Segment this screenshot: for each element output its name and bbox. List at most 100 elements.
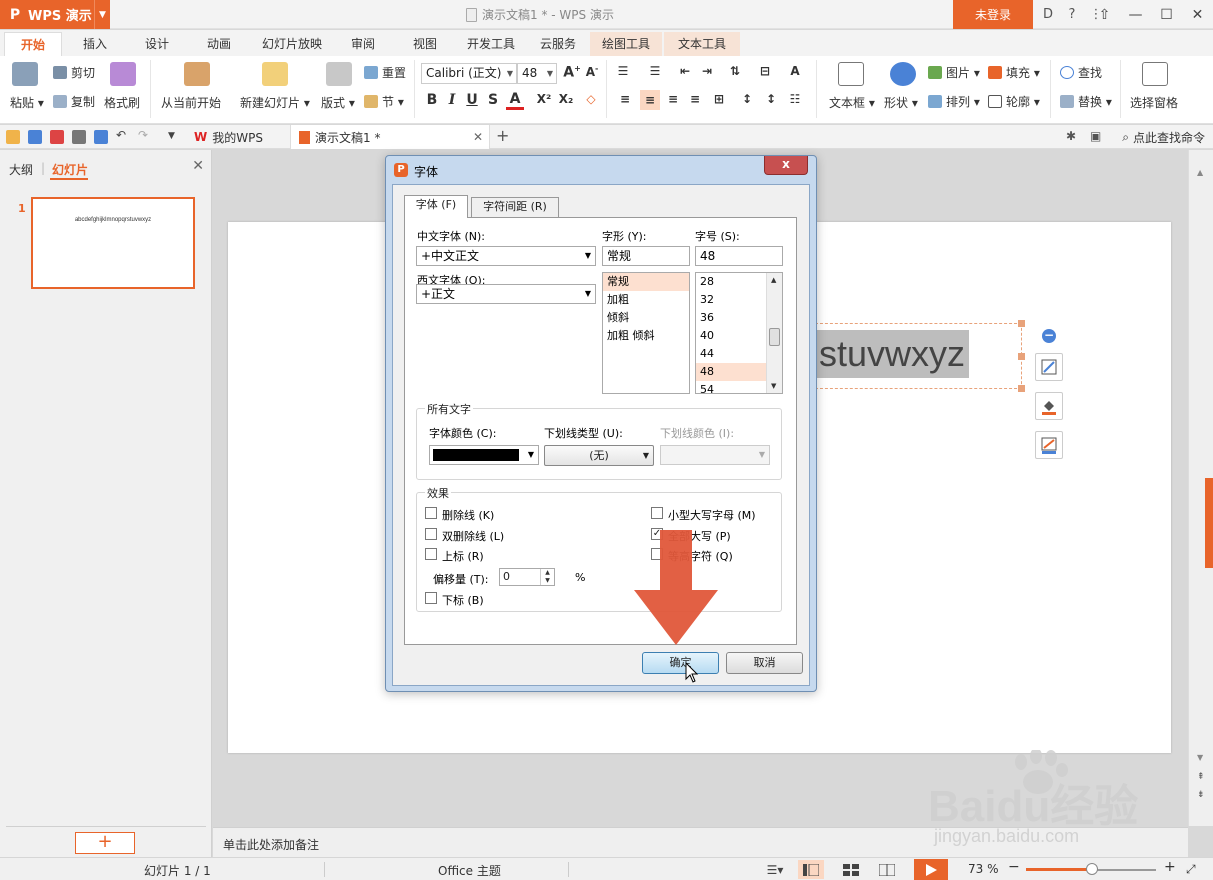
scroll-down-icon[interactable]: ▼: [771, 382, 776, 390]
settings-icon[interactable]: ✱: [1066, 129, 1076, 143]
minimize-icon[interactable]: —: [1120, 0, 1151, 29]
italic-icon[interactable]: I: [443, 92, 461, 108]
play-slideshow-button[interactable]: [914, 859, 948, 880]
chevron-down-icon[interactable]: ▼: [94, 0, 110, 29]
shape-outline-button[interactable]: [1035, 431, 1063, 459]
fit-window-icon[interactable]: ⤢: [1186, 862, 1196, 877]
chevron-down-icon[interactable]: ▼: [168, 131, 182, 145]
indent-icon[interactable]: ⇤: [676, 64, 694, 78]
list-item[interactable]: 44: [696, 345, 766, 363]
login-button[interactable]: 未登录: [953, 0, 1033, 29]
section-button[interactable]: 节 ▾: [364, 93, 404, 110]
resize-handle[interactable]: [1018, 320, 1025, 327]
list-item[interactable]: 36: [696, 309, 766, 327]
font-size-input[interactable]: 48: [695, 246, 783, 266]
reading-view-icon[interactable]: [874, 860, 900, 879]
layout-icon[interactable]: [326, 62, 352, 86]
pdf-icon[interactable]: [50, 130, 64, 144]
from-current-button[interactable]: 从当前开始: [161, 94, 221, 111]
play-from-current-icon[interactable]: [184, 62, 210, 86]
undo-icon[interactable]: ↶: [116, 128, 130, 142]
underline-icon[interactable]: U: [463, 92, 481, 108]
tab-view[interactable]: 视图: [398, 32, 452, 56]
font-size-list[interactable]: 28 32 36 40 44 48 54 ▲ ▼: [695, 272, 783, 394]
numbering-icon[interactable]: ☰: [646, 64, 664, 78]
picture-button[interactable]: 图片 ▾: [928, 64, 980, 81]
tab-developer[interactable]: 开发工具: [458, 32, 524, 56]
layout-button[interactable]: 版式 ▾: [321, 94, 355, 111]
paragraph-spacing-icon[interactable]: ↕: [762, 92, 780, 106]
font-size-combo[interactable]: 48 ▼: [517, 63, 557, 84]
outline-button[interactable]: 轮廓 ▾: [988, 93, 1040, 110]
tab-cloud[interactable]: 云服务: [530, 32, 586, 56]
bold-icon[interactable]: B: [423, 92, 441, 108]
reset-button[interactable]: 重置: [364, 64, 406, 81]
tab-character-spacing[interactable]: 字符间距 (R): [471, 197, 559, 217]
tab-animation[interactable]: 动画: [190, 32, 248, 56]
side-panel-toggle[interactable]: [1205, 478, 1213, 568]
cut-button[interactable]: 剪切: [53, 64, 95, 81]
resize-handle[interactable]: [1018, 385, 1025, 392]
maximize-icon[interactable]: ☐: [1151, 0, 1182, 29]
text-direction-icon[interactable]: ⇅: [726, 64, 744, 78]
scroll-thumb[interactable]: [769, 328, 780, 346]
small-caps-checkbox[interactable]: [651, 507, 663, 519]
normal-view-icon[interactable]: [798, 860, 824, 879]
replace-button[interactable]: 替换 ▾: [1060, 93, 1112, 110]
zoom-slider-thumb[interactable]: [1085, 863, 1098, 875]
find-command-box[interactable]: ⌕ 点此查找命令: [1122, 129, 1205, 146]
offset-spinner[interactable]: 0 ▲ ▼: [499, 568, 555, 586]
add-tab-icon[interactable]: +: [496, 126, 509, 145]
add-slide-button[interactable]: +: [75, 832, 135, 854]
scroll-up-icon[interactable]: ▲: [1197, 168, 1203, 177]
list-item[interactable]: 常规: [603, 273, 689, 291]
paste-icon[interactable]: [12, 62, 38, 86]
textbox-text[interactable]: stuvwxyz: [815, 330, 970, 378]
font-name-combo[interactable]: Calibri (正文) ▼: [421, 63, 517, 84]
tab-slideshow[interactable]: 幻灯片放映: [252, 32, 332, 56]
close-icon[interactable]: ✕: [1182, 0, 1213, 29]
spinner-arrows-icon[interactable]: ▲ ▼: [540, 569, 554, 585]
upload-icon[interactable]: ⇧: [1089, 0, 1120, 29]
shape-style-button[interactable]: [1035, 353, 1063, 381]
prev-slide-icon[interactable]: ⇞: [1197, 772, 1205, 782]
text-format-icon[interactable]: A: [786, 64, 804, 78]
distribute-icon[interactable]: ⊞: [710, 92, 728, 106]
line-spacing-icon[interactable]: ↕: [738, 92, 756, 106]
tab-drawing-tools[interactable]: 绘图工具: [590, 32, 662, 56]
tab-insert[interactable]: 插入: [66, 32, 124, 56]
font-style-input[interactable]: 常规: [602, 246, 690, 266]
justify-icon[interactable]: ≡: [686, 92, 704, 106]
subscript-icon[interactable]: X₂: [557, 92, 575, 106]
textbox-icon[interactable]: [838, 62, 864, 86]
underline-color-combo[interactable]: ▼: [660, 445, 770, 465]
textbox-button[interactable]: 文本框 ▾: [829, 94, 875, 111]
close-icon[interactable]: ✕: [473, 130, 483, 144]
selected-textbox[interactable]: stuvwxyz: [810, 323, 1022, 389]
scroll-down-icon[interactable]: ▼: [1197, 753, 1203, 762]
paste-button[interactable]: 粘贴 ▾: [10, 94, 44, 111]
dialog-titlebar[interactable]: P 字体 x: [386, 156, 816, 184]
strikethrough-checkbox[interactable]: [425, 507, 437, 519]
cancel-button[interactable]: 取消: [726, 652, 803, 674]
list-item[interactable]: 倾斜: [603, 309, 689, 327]
list-scrollbar[interactable]: ▲ ▼: [766, 273, 782, 393]
chinese-font-combo[interactable]: +中文正文 ▼: [416, 246, 596, 266]
new-slide-icon[interactable]: [262, 62, 288, 86]
font-color-picker[interactable]: ▼: [429, 445, 539, 465]
list-item[interactable]: 48: [696, 363, 766, 381]
tab-font[interactable]: 字体 (F): [404, 195, 468, 218]
tab-slides[interactable]: 幻灯片: [52, 161, 88, 178]
ok-button[interactable]: 确定: [642, 652, 719, 674]
print-icon[interactable]: [72, 130, 86, 144]
fill-button[interactable]: 填充 ▾: [988, 64, 1040, 81]
superscript-checkbox[interactable]: [425, 548, 437, 560]
align-left-icon[interactable]: ≡: [616, 92, 634, 106]
font-color-icon[interactable]: A: [506, 92, 524, 110]
find-button[interactable]: 查找: [1060, 64, 1102, 81]
open-icon[interactable]: [6, 130, 20, 144]
tab-text-tools[interactable]: 文本工具: [664, 32, 740, 56]
tab-outline[interactable]: 大纲: [9, 161, 33, 178]
list-item[interactable]: 加粗 倾斜: [603, 327, 689, 345]
dialog-close-button[interactable]: x: [764, 156, 808, 175]
